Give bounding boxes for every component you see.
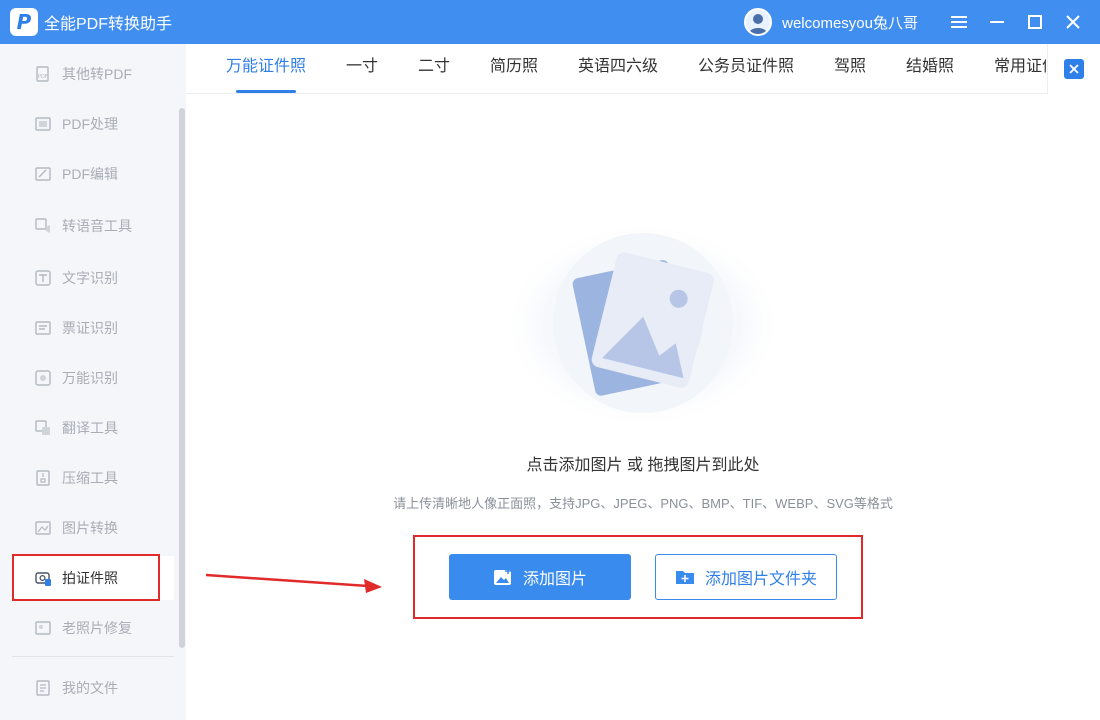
compress-icon	[34, 469, 52, 487]
translate-icon	[34, 419, 52, 437]
add-image-label: 添加图片	[522, 571, 587, 588]
text-recognition-icon	[34, 269, 52, 287]
ticket-recognition-icon	[34, 319, 52, 337]
sidebar-item-pdf-process[interactable]: PDF处理	[12, 102, 174, 146]
add-folder-label: 添加图片文件夹	[704, 571, 817, 588]
tab-bar: 万能证件照 一寸 二寸 简历照 英语四六级 公务员证件照 驾照 结婚照 常用证件…	[186, 44, 1100, 94]
add-image-button[interactable]: 添加图片	[449, 554, 631, 600]
tab-universal-id-photo[interactable]: 万能证件照	[226, 44, 306, 94]
tab-civil-servant[interactable]: 公务员证件照	[698, 44, 794, 94]
sidebar-item-label: 图片转换	[62, 520, 118, 536]
title-bar: P 全能PDF转换助手 welcomesyou兔八哥	[0, 0, 1100, 44]
image-convert-icon	[34, 519, 52, 537]
sidebar-item-other-to-pdf[interactable]: PDF 其他转PDF	[12, 52, 174, 96]
upload-illustration-icon	[503, 223, 783, 429]
user-name[interactable]: welcomesyou兔八哥	[782, 12, 918, 33]
sidebar-item-universal-recognition[interactable]: 万能识别	[12, 356, 174, 400]
tab-cet-exam[interactable]: 英语四六级	[578, 44, 658, 94]
sidebar-item-pdf-edit[interactable]: PDF编辑	[12, 152, 174, 196]
sidebar-item-label: 压缩工具	[62, 470, 118, 486]
sidebar-item-translate[interactable]: 翻译工具	[12, 406, 174, 450]
sidebar-item-label: 票证识别	[62, 320, 118, 336]
app-title: 全能PDF转换助手	[44, 16, 173, 33]
close-icon[interactable]	[1054, 0, 1092, 44]
tab-active-indicator	[236, 90, 296, 93]
add-image-folder-button[interactable]: 添加图片文件夹	[655, 554, 837, 600]
photo-repair-icon	[34, 619, 52, 637]
menu-icon[interactable]	[940, 0, 978, 44]
user-avatar[interactable]	[744, 8, 773, 36]
pdf-file-icon: PDF	[34, 65, 52, 83]
minimize-icon[interactable]	[978, 0, 1016, 44]
pdf-edit-icon	[34, 165, 52, 183]
sidebar-item-photo-repair[interactable]: 老照片修复	[12, 606, 174, 650]
sidebar-item-text-to-speech[interactable]: 转语音工具	[12, 204, 174, 248]
app-logo-icon: P	[10, 8, 38, 36]
maximize-icon[interactable]	[1016, 0, 1054, 44]
text-to-speech-icon	[34, 217, 52, 235]
svg-text:PDF: PDF	[38, 74, 48, 80]
sidebar-item-compress[interactable]: 压缩工具	[12, 456, 174, 500]
sidebar: PDF 其他转PDF PDF处理 PDF编辑 转语音工具 文字识别 票证识别 万…	[0, 44, 186, 720]
sidebar-item-image-convert[interactable]: 图片转换	[12, 506, 174, 550]
sidebar-item-label: PDF编辑	[62, 166, 118, 182]
tab-marriage-photo[interactable]: 结婚照	[906, 44, 954, 94]
tab-one-inch[interactable]: 一寸	[346, 44, 378, 94]
id-photo-camera-icon	[34, 569, 52, 587]
sidebar-item-label: 转语音工具	[62, 218, 132, 234]
sidebar-item-label: 老照片修复	[62, 620, 132, 636]
sidebar-item-label: 拍证件照	[62, 570, 118, 586]
tab-two-inch[interactable]: 二寸	[418, 44, 450, 94]
sidebar-item-label: 其他转PDF	[62, 66, 132, 82]
annotation-arrow-icon	[205, 573, 382, 593]
tab-common-id-photo[interactable]: 常用证件照	[994, 44, 1046, 94]
sidebar-item-ticket-recognition[interactable]: 票证识别	[12, 306, 174, 350]
sidebar-item-label: PDF处理	[62, 116, 118, 132]
upload-area[interactable]: 点击添加图片 或 拖拽图片到此处 请上传清晰地人像正面照，支持JPG、JPEG、…	[186, 95, 1100, 720]
sidebar-item-label: 万能识别	[62, 370, 118, 386]
add-folder-icon	[675, 568, 695, 586]
my-files-icon	[34, 679, 52, 697]
sidebar-scrollbar[interactable]	[179, 108, 185, 648]
tab-resume-photo[interactable]: 简历照	[490, 44, 538, 94]
sidebar-item-my-files[interactable]: 我的文件	[12, 666, 174, 710]
universal-recognition-icon	[34, 369, 52, 387]
sidebar-item-label: 文字识别	[62, 270, 118, 286]
drop-zone-title: 点击添加图片 或 拖拽图片到此处	[526, 457, 760, 474]
sidebar-divider	[12, 656, 174, 657]
sidebar-item-text-recognition[interactable]: 文字识别	[12, 256, 174, 300]
sidebar-item-label: 我的文件	[62, 680, 118, 696]
sidebar-item-label: 翻译工具	[62, 420, 118, 436]
sidebar-item-id-photo[interactable]: 拍证件照	[12, 556, 174, 600]
close-panel-icon[interactable]	[1064, 59, 1084, 79]
tab-driver-license[interactable]: 驾照	[834, 44, 866, 94]
add-image-icon	[493, 568, 513, 586]
pdf-process-icon	[34, 115, 52, 133]
drop-zone-hint: 请上传清晰地人像正面照，支持JPG、JPEG、PNG、BMP、TIF、WEBP、…	[393, 496, 893, 511]
